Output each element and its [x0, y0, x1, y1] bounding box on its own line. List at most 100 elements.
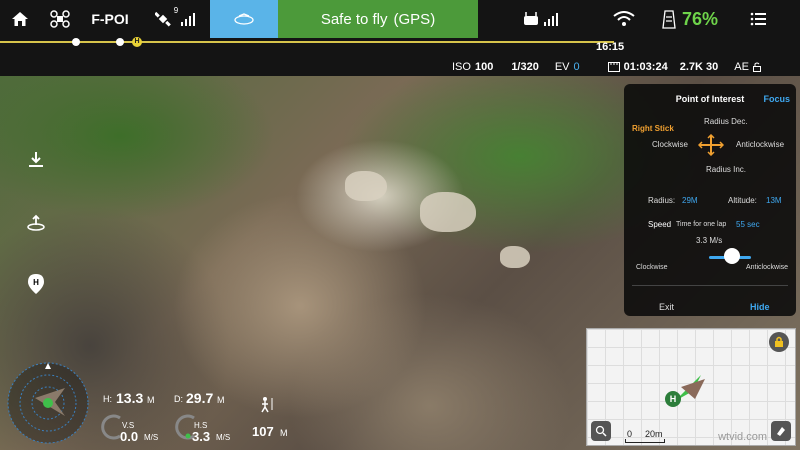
status-gps: (GPS): [393, 10, 436, 28]
location-pin-icon: H: [28, 274, 44, 294]
horizontal-speed-value: 3.3: [192, 429, 211, 444]
return-home-button[interactable]: [22, 208, 50, 236]
flight-time-bar: H 16:15: [0, 37, 800, 57]
speed-label: Speed: [648, 220, 672, 229]
rc-signal-icon: [544, 12, 558, 26]
distance-unit: M: [217, 395, 225, 405]
lap-time-label: Time for one lap: [676, 221, 727, 228]
lock-icon: [775, 336, 783, 347]
settings-menu-button[interactable]: [738, 0, 778, 38]
home-point-marker: H: [132, 37, 142, 47]
hide-button[interactable]: Hide: [750, 302, 770, 312]
battery-time-track: [0, 41, 614, 43]
battery-status[interactable]: 76%: [650, 0, 730, 38]
status-text: Safe to fly: [320, 10, 388, 28]
takeoff-land-button[interactable]: [22, 146, 50, 174]
slider-anticlockwise-label: Anticlockwise: [746, 264, 789, 271]
speed-value: 3.3 M/s: [696, 236, 723, 245]
ae-label: AE: [734, 60, 749, 73]
distance-value: 29.7: [186, 390, 214, 406]
radius-inc-label: Radius Inc.: [706, 165, 747, 174]
menu-icon: [750, 12, 766, 26]
radius-label: Radius:: [648, 196, 676, 205]
focus-button[interactable]: Focus: [763, 94, 790, 104]
poi-panel: Point of Interest Focus Radius Dec. Righ…: [624, 84, 796, 316]
map-scale-bar: [625, 439, 665, 443]
satellite-icon: [154, 11, 171, 27]
speed-slider-handle[interactable]: [724, 248, 740, 264]
top-status-bar: F-POI 9 Safe to fly (GPS) 76%: [0, 0, 800, 38]
height-value: 13.3: [116, 390, 144, 406]
wifi-icon: [613, 11, 635, 26]
shutter-value: 1/320: [511, 60, 539, 73]
remote-controller-signal[interactable]: [500, 0, 580, 38]
radius-dec-label: Radius Dec.: [704, 117, 748, 126]
iso-label: ISO: [452, 60, 471, 73]
zoom-icon: [595, 425, 607, 437]
iso-value: 100: [474, 60, 494, 73]
attitude-radar: [7, 362, 89, 444]
vps-value: 107: [252, 424, 274, 439]
height-unit: M: [147, 395, 155, 405]
map-lock-button[interactable]: [769, 332, 789, 352]
panel-divider: [632, 285, 788, 286]
map-zoom-button[interactable]: [591, 421, 611, 441]
drone-outline-icon: [234, 13, 254, 25]
anticlockwise-label: Anticlockwise: [736, 140, 785, 149]
right-stick-label: Right Stick: [632, 124, 674, 133]
battery-icon: [662, 10, 676, 29]
map-scale-label: 20m: [645, 429, 663, 439]
battery-percent: 76%: [681, 8, 719, 29]
ev-value: 0: [573, 60, 580, 73]
remote-controller-icon: [524, 12, 538, 25]
return-home-marker: [72, 38, 80, 46]
vps-unit: M: [280, 428, 288, 438]
sd-card-icon: [607, 61, 620, 72]
wifi-signal[interactable]: [598, 0, 650, 38]
gps-status[interactable]: 9: [140, 0, 210, 38]
map-direction-button[interactable]: [771, 421, 791, 441]
lap-time-value: 55 sec: [736, 220, 760, 229]
mini-map[interactable]: H 0 20m wtvid.com: [586, 328, 796, 446]
eraser-icon: [777, 427, 785, 436]
clockwise-label: Clockwise: [652, 140, 689, 149]
intelligent-flight-mode-button[interactable]: H: [22, 270, 50, 298]
height-label: H:: [103, 394, 112, 404]
rock: [420, 192, 476, 232]
gps-signal-icon: [181, 12, 196, 26]
cloud-sync-button[interactable]: [210, 0, 278, 38]
aircraft-status-button[interactable]: [40, 0, 80, 38]
ev-label: EV: [554, 60, 570, 73]
landing-icon: [29, 152, 43, 167]
vertical-speed-value: 0.0: [120, 429, 139, 444]
vps-altitude-icon: [261, 397, 273, 413]
gps-count: 9: [173, 6, 179, 15]
camera-settings-bar[interactable]: ISO 100 1/320 EV 0 01:03:24 2.7K 30 AE: [0, 57, 800, 76]
horizontal-speed-unit: M/S: [216, 433, 231, 442]
drone-icon: [50, 10, 70, 28]
radius-value: 29M: [682, 196, 698, 205]
altitude-label: Altitude:: [728, 196, 757, 205]
remaining-flight-time: 16:15: [596, 41, 625, 53]
map-home-marker: H: [665, 391, 681, 407]
video-resolution: 2.7K 30: [679, 60, 719, 73]
vertical-speed-unit: M/S: [144, 433, 159, 442]
return-to-home-icon: [27, 214, 45, 231]
rock: [345, 171, 387, 201]
flight-mode-label[interactable]: F-POI: [80, 0, 140, 38]
svg-text:H: H: [33, 278, 39, 287]
distance-label: D:: [174, 394, 183, 404]
home-button[interactable]: [0, 0, 40, 38]
rock: [500, 246, 530, 268]
ae-lock-icon[interactable]: [752, 62, 761, 72]
watermark: wtvid.com: [718, 431, 767, 443]
exit-button[interactable]: Exit: [659, 302, 674, 312]
slider-clockwise-label: Clockwise: [636, 264, 668, 271]
landing-marker: [116, 38, 124, 46]
right-stick-direction-icon: [698, 134, 724, 156]
flight-status[interactable]: Safe to fly (GPS): [278, 0, 478, 38]
home-icon: [12, 12, 28, 26]
altitude-value: 13M: [766, 196, 782, 205]
map-scale-zero: 0: [627, 429, 633, 439]
record-time: 01:03:24: [623, 60, 668, 73]
